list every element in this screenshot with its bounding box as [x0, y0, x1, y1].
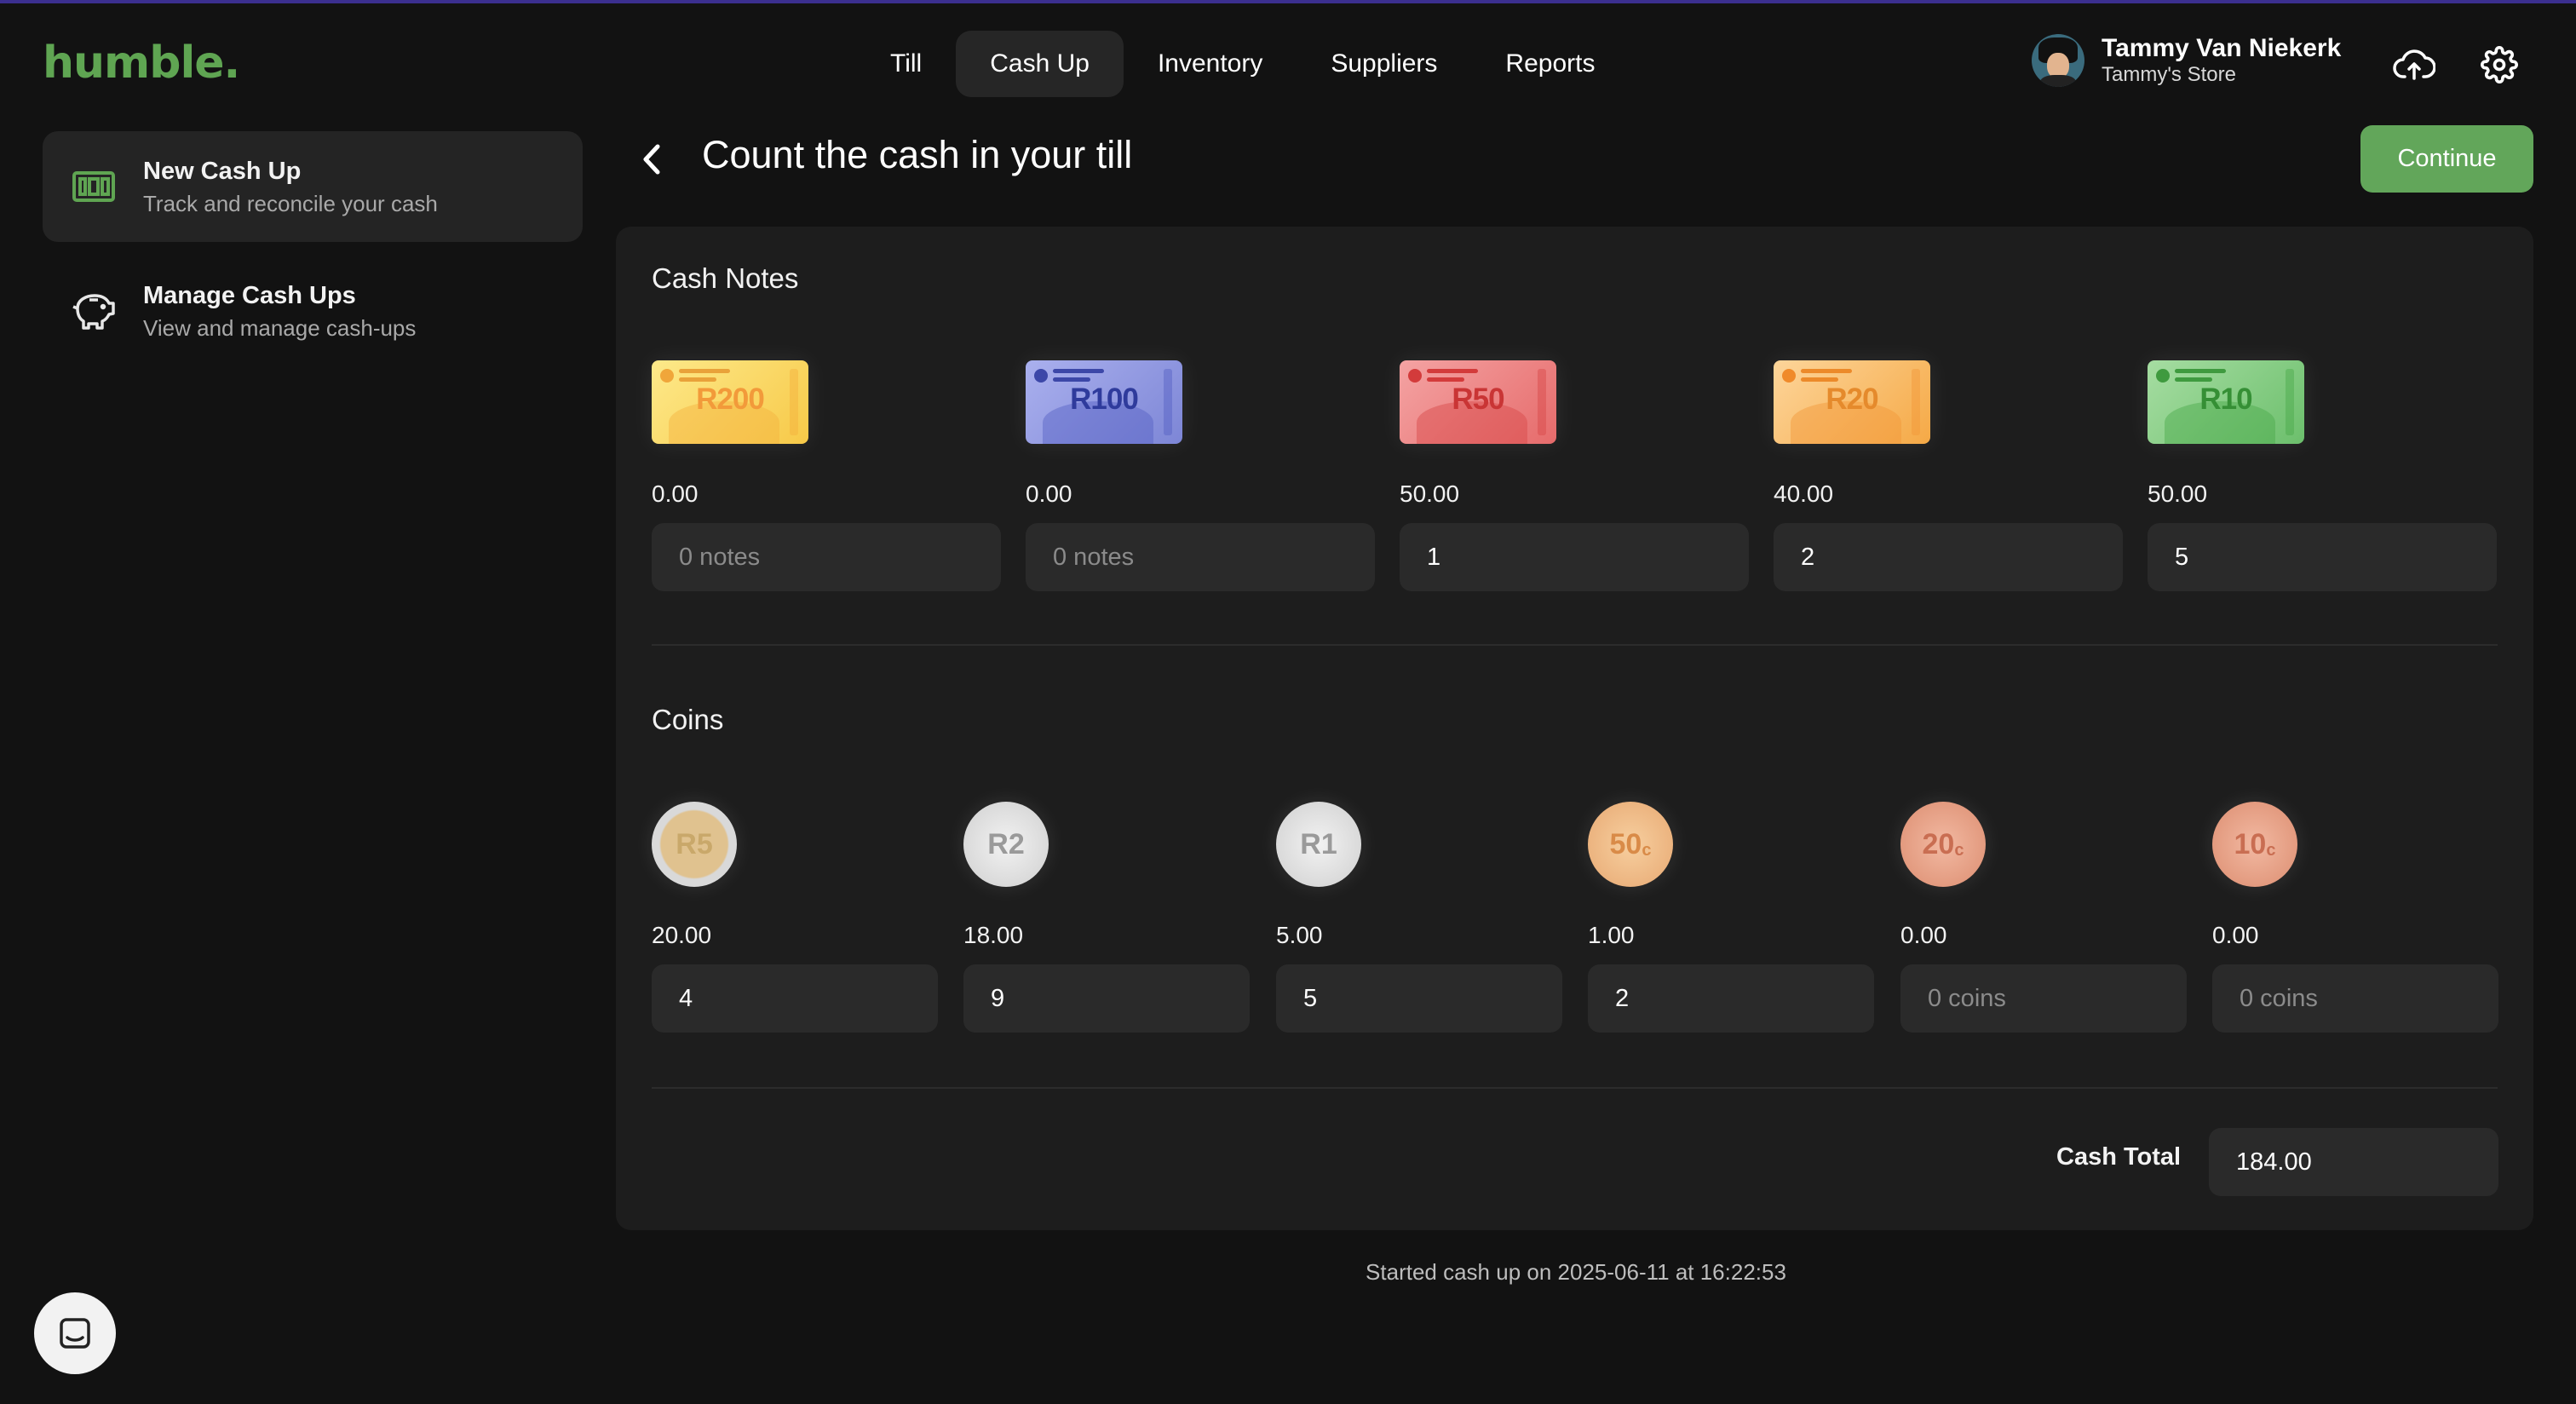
note-r200-icon: R200	[652, 360, 808, 444]
cash-note-icon	[68, 161, 119, 212]
note-amount: 0.00	[652, 480, 699, 507]
note-r10-input[interactable]	[2148, 523, 2497, 591]
coin-r1-input[interactable]	[1276, 964, 1562, 1033]
note-amount: 50.00	[1400, 480, 1460, 507]
chat-button[interactable]	[34, 1292, 116, 1374]
note-r20-input[interactable]	[1774, 523, 2123, 591]
sidebar-item-new-cash-up[interactable]: New Cash Up Track and reconcile your cas…	[43, 131, 583, 242]
cash-total-field	[2209, 1128, 2498, 1196]
piggy-bank-icon	[68, 285, 119, 337]
nav-cash-up[interactable]: Cash Up	[956, 31, 1124, 97]
divider	[652, 1087, 2498, 1089]
coin-amount: 18.00	[963, 922, 1024, 948]
coin-r2-icon: R2	[963, 802, 1049, 887]
nav-reports[interactable]: Reports	[1471, 31, 1629, 97]
continue-button[interactable]: Continue	[2360, 125, 2533, 193]
coin-amount: 1.00	[1588, 922, 1635, 948]
coin-10c-icon: 10 c	[2212, 802, 2297, 887]
user-store: Tammy's Store	[2102, 63, 2236, 86]
coin-amount: 0.00	[2212, 922, 2259, 948]
note-amount: 50.00	[2148, 480, 2208, 507]
coins-title: Coins	[652, 704, 724, 735]
humble-logo[interactable]: humble.	[43, 37, 240, 89]
note-r20-icon: R20	[1774, 360, 1930, 444]
started-timestamp: Started cash up on 2025-06-11 at 16:22:5…	[1366, 1259, 1786, 1285]
avatar	[2032, 34, 2084, 87]
main-nav: Till Cash Up Inventory Suppliers Reports	[856, 29, 1629, 99]
page-title: Count the cash in your till	[702, 133, 1133, 176]
nav-inventory[interactable]: Inventory	[1124, 31, 1297, 97]
sidebar-item-manage-cash-ups[interactable]: Manage Cash Ups View and manage cash-ups	[43, 256, 583, 366]
back-button[interactable]	[634, 138, 671, 181]
coin-50c-icon: 50 c	[1588, 802, 1673, 887]
sidebar-item-subtitle: View and manage cash-ups	[143, 315, 417, 341]
coin-20c-icon: 20 c	[1900, 802, 1986, 887]
note-r50-input[interactable]	[1400, 523, 1749, 591]
sidebar-item-title: New Cash Up	[143, 158, 302, 185]
coin-r5-input[interactable]	[652, 964, 938, 1033]
coin-10c-input[interactable]	[2212, 964, 2498, 1033]
coin-r5-icon: R5	[652, 802, 737, 887]
cash-notes-title: Cash Notes	[652, 262, 799, 294]
sidebar-item-title: Manage Cash Ups	[143, 282, 356, 309]
coin-50c-input[interactable]	[1588, 964, 1874, 1033]
cash-count-card: Cash Notes R200 R100 R50 R20 R10 0.00 0.…	[616, 227, 2533, 1230]
note-r10-icon: R10	[2148, 360, 2304, 444]
note-r50-icon: R50	[1400, 360, 1556, 444]
note-r100-icon: R100	[1026, 360, 1182, 444]
divider	[652, 644, 2498, 646]
coin-amount: 0.00	[1900, 922, 1947, 948]
note-r200-input[interactable]	[652, 523, 1001, 591]
user-name: Tammy Van Niekerk	[2102, 34, 2342, 62]
chat-icon	[60, 1318, 90, 1349]
coin-20c-input[interactable]	[1900, 964, 2187, 1033]
coin-r2-input[interactable]	[963, 964, 1250, 1033]
app-window: humble. Till Cash Up Inventory Suppliers…	[0, 0, 2576, 1404]
nav-suppliers[interactable]: Suppliers	[1297, 31, 1471, 97]
coin-amount: 5.00	[1276, 922, 1323, 948]
nav-till[interactable]: Till	[856, 31, 956, 97]
gear-icon[interactable]	[2475, 41, 2523, 89]
note-r100-input[interactable]	[1026, 523, 1375, 591]
chevron-left-icon	[643, 144, 660, 175]
user-menu[interactable]: Tammy Van Niekerk Tammy's Store	[2032, 34, 2341, 87]
note-amount: 40.00	[1774, 480, 1834, 507]
coin-amount: 20.00	[652, 922, 712, 948]
note-amount: 0.00	[1026, 480, 1072, 507]
cash-total-label: Cash Total	[2056, 1143, 2182, 1171]
coin-r1-icon: R1	[1276, 802, 1361, 887]
cloud-upload-icon[interactable]	[2390, 41, 2438, 89]
sidebar-item-subtitle: Track and reconcile your cash	[143, 191, 438, 216]
